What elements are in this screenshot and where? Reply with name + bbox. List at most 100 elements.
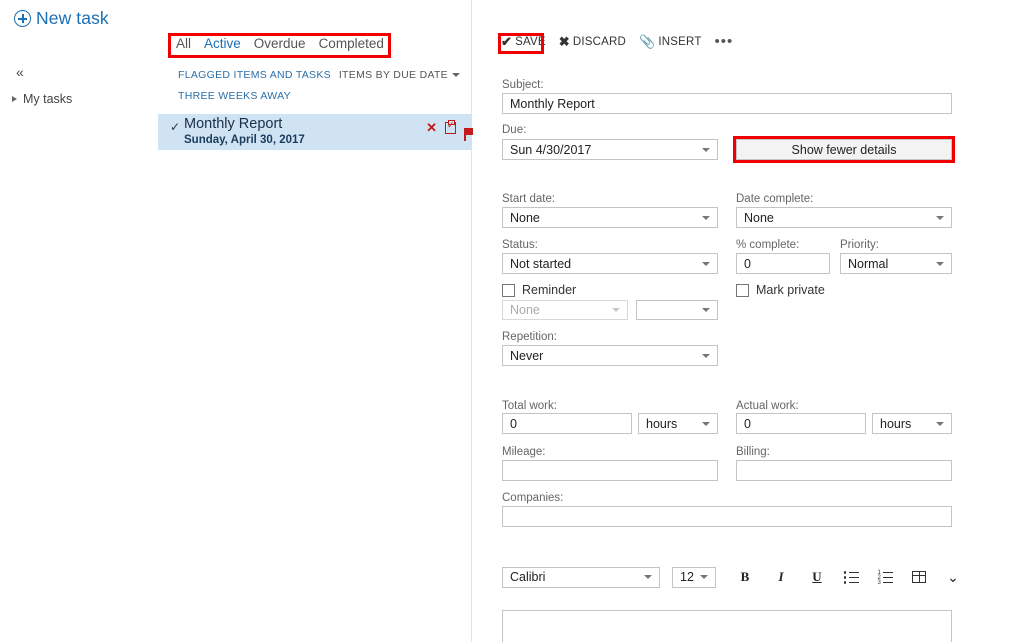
mark-complete-icon[interactable] [445,119,456,134]
companies-input[interactable] [502,506,952,527]
due-label: Due: [502,124,527,136]
sidebar-item-my-tasks[interactable]: My tasks [12,92,72,106]
insert-label: INSERT [658,35,702,48]
actual-work-unit-select[interactable]: hours [872,413,952,434]
reminder-checkbox[interactable] [502,283,515,297]
filter-tab-all[interactable]: All [176,36,191,51]
total-work-input[interactable]: 0 [502,413,632,434]
chevron-down-icon [612,308,620,312]
collapse-nav-icon[interactable]: « [16,65,24,79]
editor-toolbar: Calibri 12 B I U 123 ⌄ [502,566,968,588]
actual-work-unit-value: hours [880,416,912,431]
save-label: SAVE [515,35,546,48]
chevron-down-icon [452,73,460,77]
sidebar-item-label: My tasks [23,92,73,106]
note-body-textarea[interactable] [502,610,952,642]
start-date-value: None [510,210,540,225]
insert-button[interactable]: 📎 INSERT [639,35,702,48]
percent-complete-input[interactable]: 0 [736,253,830,274]
font-size-select[interactable]: 12 [672,566,716,588]
actual-work-input[interactable]: 0 [736,413,866,434]
expand-triangle-icon [12,96,17,102]
mark-private-checkbox-row[interactable]: Mark private [736,283,825,297]
reminder-time-select[interactable] [636,300,718,320]
status-value: Not started [510,256,572,271]
italic-button[interactable]: I [766,566,796,588]
start-date-label: Start date: [502,193,556,205]
underline-button[interactable]: U [802,566,832,588]
paperclip-icon: 📎 [638,34,656,49]
chevron-down-icon [702,215,710,220]
cross-icon: ✖ [558,34,570,49]
chevron-down-icon [936,261,944,266]
chevron-double-down-icon: ⌄ [947,568,959,585]
new-task-button[interactable]: New task [14,8,109,29]
status-label: Status: [502,239,538,251]
repetition-label: Repetition: [502,331,557,343]
chevron-down-icon [702,353,710,358]
filter-tab-completed[interactable]: Completed [319,36,384,51]
status-select[interactable]: Not started [502,253,718,274]
font-family-select[interactable]: Calibri [502,566,660,588]
mileage-input[interactable] [502,460,718,481]
table-icon [912,571,926,583]
bulleted-list-button[interactable] [836,566,866,588]
more-commands-button[interactable]: ••• [715,34,734,49]
font-size-value: 12 [680,570,694,584]
task-actions: ✕ [426,119,473,141]
insert-table-button[interactable] [904,566,934,588]
list-item[interactable]: ✓ Monthly Report Sunday, April 30, 2017 … [158,114,473,150]
total-work-unit-value: hours [646,416,678,431]
font-family-value: Calibri [510,570,546,584]
mileage-label: Mileage: [502,446,546,458]
total-work-label: Total work: [502,400,557,412]
companies-label: Companies: [502,492,564,504]
priority-select[interactable]: Normal [840,253,952,274]
total-work-unit-select[interactable]: hours [638,413,718,434]
delete-icon[interactable]: ✕ [426,121,437,134]
chevron-down-icon [702,421,710,426]
reminder-checkbox-row[interactable]: Reminder [502,283,576,297]
date-complete-value: None [744,210,774,225]
chevron-down-icon [936,215,944,220]
plus-circle-icon [14,10,31,27]
filter-tabs: All Active Overdue Completed [176,36,384,51]
left-navigation: « My tasks [0,48,158,642]
sort-by-due-date-button[interactable]: ITEMS BY DUE DATE [339,69,460,81]
new-task-label: New task [36,8,109,28]
numbered-list-icon: 123 [878,570,893,586]
task-title: Monthly Report [184,116,283,132]
bold-button[interactable]: B [730,566,760,588]
date-complete-label: Date complete: [736,193,814,205]
check-icon: ✔ [501,34,513,49]
chevron-down-icon [644,575,652,579]
filter-tab-active[interactable]: Active [204,36,241,51]
flagged-items-and-tasks-label[interactable]: FLAGGED ITEMS AND TASKS [178,69,331,81]
percent-complete-label: % complete: [736,239,800,251]
chevron-down-icon [702,308,710,312]
repetition-select[interactable]: Never [502,345,718,366]
more-formatting-button[interactable]: ⌄ [938,566,968,588]
save-button[interactable]: ✔ SAVE [501,35,546,48]
due-date-select[interactable]: Sun 4/30/2017 [502,139,718,160]
due-date-value: Sun 4/30/2017 [510,142,592,157]
discard-label: DISCARD [572,35,626,48]
billing-input[interactable] [736,460,952,481]
chevron-down-icon [700,575,708,579]
start-date-select[interactable]: None [502,207,718,228]
task-editor-page: New task « My tasks All Active Overdue C… [0,0,1024,642]
task-due-date: Sunday, April 30, 2017 [184,134,305,146]
bulleted-list-icon [843,571,859,584]
numbered-list-button[interactable]: 123 [870,566,900,588]
filter-tab-overdue[interactable]: Overdue [254,36,306,51]
show-fewer-details-button[interactable]: Show fewer details [736,139,952,160]
task-list-header: FLAGGED ITEMS AND TASKS ITEMS BY DUE DAT… [158,66,472,110]
billing-label: Billing: [736,446,770,458]
subject-input[interactable]: Monthly Report [502,93,952,114]
reminder-date-select[interactable]: None [502,300,628,320]
discard-button[interactable]: ✖ DISCARD [559,35,626,48]
mark-private-checkbox[interactable] [736,283,749,297]
priority-value: Normal [848,256,889,271]
reminder-date-value: None [510,303,540,317]
date-complete-select[interactable]: None [736,207,952,228]
